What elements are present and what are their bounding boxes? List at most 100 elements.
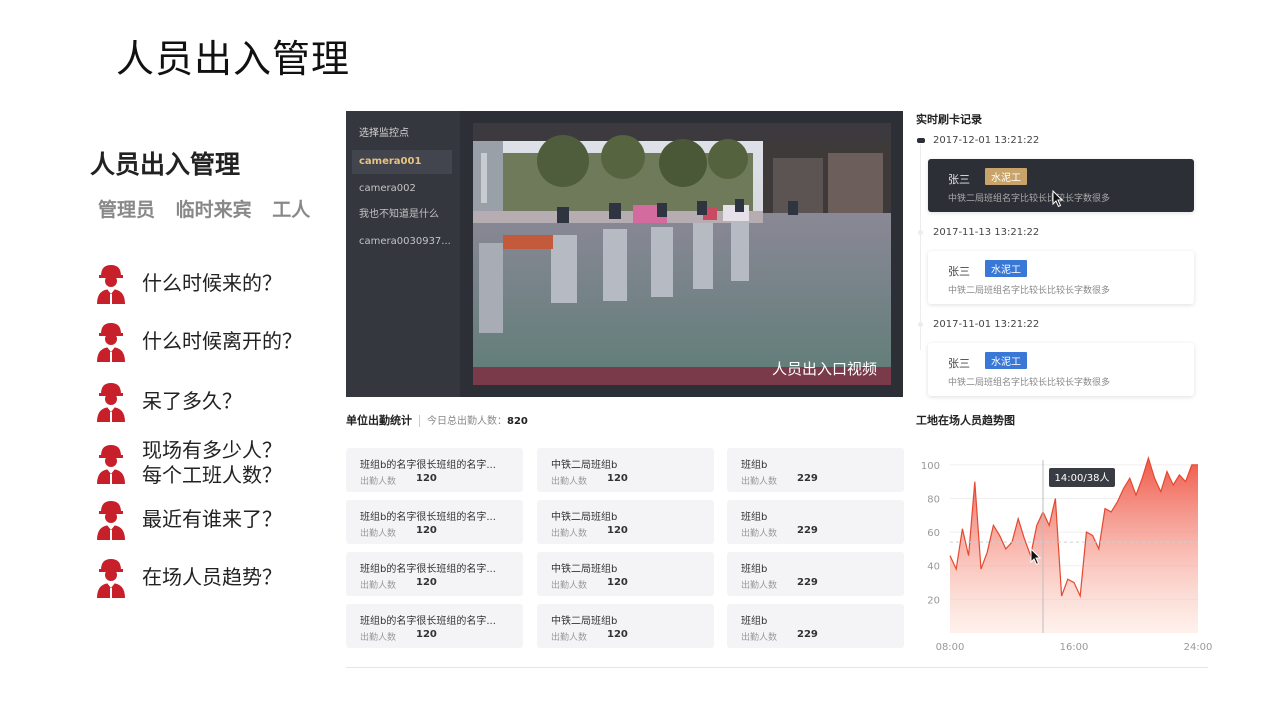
count-label: 出勤人数 [551,581,588,591]
question-text: 最近有谁来了？ [142,506,282,531]
y-tick-label: 80 [927,494,940,505]
camera-list-title: 选择监控点 [359,128,409,139]
attendance-total-label: 今日总出勤人数： [427,416,507,427]
team-name: 班组b [741,512,768,523]
worker-icon [97,559,125,598]
camera-item-2[interactable]: camera002 [352,177,452,201]
count-value: 120 [416,577,437,588]
question-item: 什么时候离开的？ [94,320,302,362]
realtime-title: 实时刷卡记录 [916,113,982,126]
question-item: 什么时候来的？ [94,262,282,304]
team-name: 班组b的名字很长班组的名字... [360,460,496,471]
attendance-header: 单位出勤统计 今日总出勤人数：820 [346,412,528,428]
y-tick-label: 40 [927,562,940,573]
count-value: 120 [607,577,628,588]
team-name: 班组b [741,564,768,575]
count-label: 出勤人数 [551,477,588,487]
team-name: 中铁二局班组b [551,564,618,575]
camera-item-4[interactable]: camera0030937... [352,230,452,254]
count-value: 229 [797,525,818,536]
question-text: 呆了多久？ [142,388,242,413]
timeline-line [920,144,921,350]
question-item: 现场有多少人？ 每个工班人数？ [94,438,282,488]
count-label: 出勤人数 [360,633,397,643]
count-label: 出勤人数 [360,581,397,591]
record-time: 2017-11-13 13:21:22 [933,227,1040,238]
video-feed[interactable]: 人员出入口视频 [473,123,891,385]
count-label: 出勤人数 [741,633,778,643]
team-name: 中铁二局班组b [551,460,618,471]
record-time: 2017-11-01 13:21:22 [933,319,1040,330]
turnstile-scene-image [473,123,891,385]
attendance-card[interactable]: 班组b 出勤人数 229 [727,552,904,596]
attendance-title: 单位出勤统计 [346,414,412,427]
question-item: 最近有谁来了？ [94,498,282,540]
timeline-dot [917,138,925,143]
left-heading: 人员出入管理 [90,150,241,179]
record-desc: 中铁二局班组名字比较长比较长字数很多 [948,286,1111,296]
question-item: 在场人员趋势？ [94,556,282,598]
count-label: 出勤人数 [551,633,588,643]
count-value: 120 [607,473,628,484]
count-label: 出勤人数 [551,529,588,539]
camera-list: 选择监控点 camera001 camera002 我也不知道是什么 camer… [346,111,460,397]
record-card[interactable]: 张三 水泥工中铁二局班组名字比较长比较长字数很多 [928,343,1194,396]
y-tick-label: 100 [921,461,940,472]
role-admin: 管理员 [98,199,156,221]
attendance-card[interactable]: 中铁二局班组b 出勤人数 120 [537,500,714,544]
record-name: 张三 [948,357,970,370]
video-caption: 人员出入口视频 [771,360,877,378]
trend-chart: 100 80 60 40 20 08:00 16:00 24:00 14:00/38人 [921,456,1212,653]
team-name: 班组b [741,616,768,627]
divider [346,667,1208,668]
attendance-card[interactable]: 班组b的名字很长班组的名字... 出勤人数 120 [346,604,523,648]
question-text: 现场有多少人？ 每个工班人数？ [142,438,282,487]
question-item: 呆了多久？ [94,380,242,422]
camera-item-3[interactable]: 我也不知道是什么 [352,203,452,227]
x-tick-label: 24:00 [1184,642,1212,653]
team-name: 班组b [741,460,768,471]
attendance-card[interactable]: 班组b的名字很长班组的名字... 出勤人数 120 [346,552,523,596]
page-title: 人员出入管理 [116,37,351,81]
attendance-card[interactable]: 中铁二局班组b 出勤人数 120 [537,552,714,596]
count-value: 229 [797,577,818,588]
attendance-card[interactable]: 班组b的名字很长班组的名字... 出勤人数 120 [346,448,523,492]
camera-item-1[interactable]: camera001 [352,150,452,174]
worker-icon [97,265,125,304]
record-desc: 中铁二局班组名字比较长比较长字数很多 [948,378,1111,388]
record-desc: 中铁二局班组名字比较长比较长字数很多 [948,194,1111,204]
worker-icon [97,445,125,484]
count-value: 229 [797,629,818,640]
attendance-card[interactable]: 班组b的名字很长班组的名字... 出勤人数 120 [346,500,523,544]
tooltip-text: 14:00/38人 [1055,472,1110,484]
worker-icon [97,323,125,362]
record-tag: 水泥工 [985,352,1027,369]
count-label: 出勤人数 [360,477,397,487]
role-worker: 工人 [272,199,311,221]
count-label: 出勤人数 [741,581,778,591]
record-card[interactable]: 张三 水泥工 中铁二局班组名字比较长比较长字数很多 [928,251,1194,304]
team-name: 班组b的名字很长班组的名字... [360,616,496,627]
attendance-card[interactable]: 班组b 出勤人数 229 [727,448,904,492]
timeline-dot [918,322,923,327]
count-label: 出勤人数 [741,477,778,487]
x-tick-label: 08:00 [936,642,965,653]
attendance-card[interactable]: 中铁二局班组b 出勤人数 120 [537,604,714,648]
team-name: 班组b的名字很长班组的名字... [360,512,496,523]
record-tag: 水泥工 [985,168,1027,185]
attendance-card[interactable]: 班组b 出勤人数 229 [727,500,904,544]
x-tick-label: 16:00 [1060,642,1089,653]
y-tick-label: 60 [927,528,940,539]
attendance-card[interactable]: 中铁二局班组b 出勤人数 120 [537,448,714,492]
count-value: 120 [416,629,437,640]
count-value: 120 [607,629,628,640]
record-name: 张三 [948,173,970,186]
question-text: 什么时候来的？ [142,270,282,295]
count-label: 出勤人数 [741,529,778,539]
attendance-total-value: 820 [507,416,528,427]
team-name: 中铁二局班组b [551,616,618,627]
y-tick-label: 20 [927,595,940,606]
monitor-panel: 选择监控点 camera001 camera002 我也不知道是什么 camer… [346,111,903,397]
mouse-cursor-icon-2 [1052,190,1064,208]
attendance-card[interactable]: 班组b 出勤人数 229 [727,604,904,648]
